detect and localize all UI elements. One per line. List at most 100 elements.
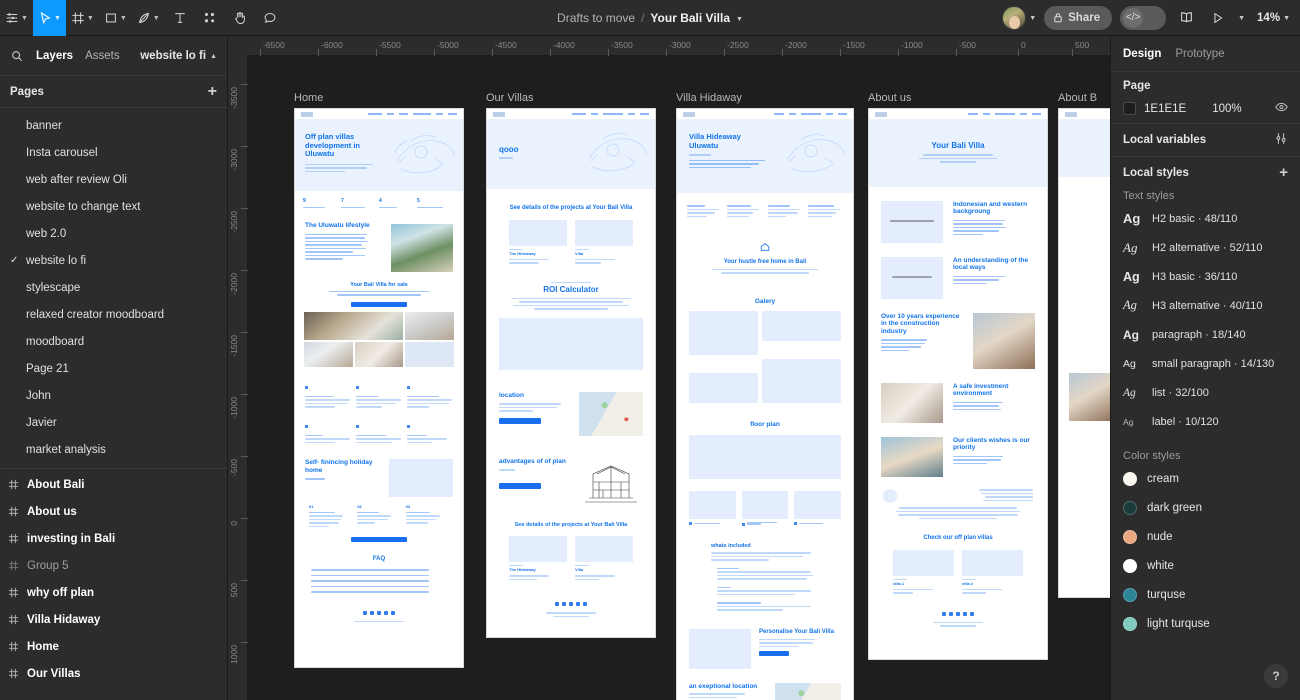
text-style-h2-basic[interactable]: Ag H2 basic · 48/110 <box>1123 204 1288 233</box>
canvas-frame-our-villas[interactable]: Our Villas qooo See details of the proje… <box>486 92 656 638</box>
color-style-nude[interactable]: nude <box>1123 522 1288 551</box>
breadcrumb-parent[interactable]: Drafts to move <box>557 11 635 25</box>
layer-item-about-us[interactable]: About us <box>0 498 227 525</box>
page-item-website-to-change-text[interactable]: website to change text <box>0 193 227 220</box>
text-style-paragraph[interactable]: Ag paragraph · 18/140 <box>1123 320 1288 349</box>
text-tool-icon[interactable] <box>165 0 195 36</box>
horizontal-ruler[interactable]: -6500 -6000 -5500 -5000 -4500 -4000 -350… <box>228 36 1110 56</box>
share-button[interactable]: Share <box>1044 5 1113 30</box>
ruler-corner <box>228 36 248 56</box>
mock-cta-button[interactable] <box>499 482 541 489</box>
eye-icon[interactable] <box>1275 102 1288 115</box>
search-icon[interactable] <box>10 44 24 68</box>
frame-label[interactable]: About us <box>868 92 911 104</box>
tab-prototype[interactable]: Prototype <box>1175 48 1224 60</box>
color-style-light-turquse[interactable]: light turquse <box>1123 609 1288 638</box>
page-item-stylescape[interactable]: stylescape <box>0 274 227 301</box>
page-item-banner[interactable]: banner <box>0 112 227 139</box>
layer-item-group-5[interactable]: Group 5 <box>0 552 227 579</box>
variables-settings-icon[interactable] <box>1274 132 1288 148</box>
mock-text-lines <box>305 233 383 260</box>
vertical-ruler[interactable]: -3500 -3000 -2500 -2000 -1500 -1000 -500… <box>228 36 248 700</box>
mock-cta-button[interactable] <box>351 537 407 543</box>
text-style-small-paragraph[interactable]: Ag small paragraph · 14/130 <box>1123 349 1288 378</box>
color-style-turquse[interactable]: turquse <box>1123 580 1288 609</box>
zoom-control[interactable]: 14% ▼ <box>1253 12 1290 24</box>
page-item-insta-carousel[interactable]: Insta carousel <box>0 139 227 166</box>
add-page-icon[interactable]: + <box>208 83 217 100</box>
text-style-list[interactable]: Ag list · 32/100 <box>1123 378 1288 407</box>
page-item-page-21[interactable]: Page 21 <box>0 355 227 382</box>
mock-cta-button[interactable] <box>759 651 789 657</box>
page-item-john[interactable]: John <box>0 382 227 409</box>
canvas-frame-about-us[interactable]: About us Your Bali Villa Indonesian and … <box>868 92 1048 660</box>
present-play-icon[interactable] <box>1206 6 1230 30</box>
panel-divider <box>0 468 227 469</box>
tab-design[interactable]: Design <box>1123 48 1161 60</box>
breadcrumb-current-file[interactable]: Your Bali Villa <box>650 11 730 25</box>
hand-tool-icon[interactable] <box>225 0 255 36</box>
layer-item-why-off-plan[interactable]: why off plan <box>0 579 227 606</box>
move-tool-icon[interactable]: ▼ <box>32 0 66 36</box>
comment-tool-icon[interactable] <box>255 0 285 36</box>
page-background-row[interactable]: 1E1E1E 100% <box>1123 102 1288 115</box>
library-book-icon[interactable] <box>1174 6 1198 30</box>
chevron-down-icon[interactable]: ▼ <box>736 16 743 23</box>
frame-label[interactable]: Home <box>294 92 323 104</box>
local-variables-section[interactable]: Local variables <box>1111 124 1300 157</box>
text-style-label[interactable]: Ag label · 10/120 <box>1123 407 1288 436</box>
text-style-h3-alternative[interactable]: Ag H3 alternative · 40/110 <box>1123 291 1288 320</box>
frame-tool-icon[interactable]: ▼ <box>66 0 99 36</box>
color-style-dark-green[interactable]: dark green <box>1123 493 1288 522</box>
mock-amenity-cards <box>677 479 853 527</box>
page-item-web-after-review-oli[interactable]: web after review Oli <box>0 166 227 193</box>
canvas-frame-about-bali[interactable]: About B Why Kin Cul Ulun Black <box>1058 92 1110 598</box>
page-color-hex[interactable]: 1E1E1E <box>1144 103 1186 115</box>
app-body: Layers Assets website lo fi ▼ Pages + ba… <box>0 36 1300 700</box>
frame-label[interactable]: About B <box>1058 92 1097 104</box>
page-item-moodboard[interactable]: moodboard <box>0 328 227 355</box>
pen-tool-icon[interactable]: ▼ <box>132 0 165 36</box>
page-item-website-lo-fi[interactable]: ✓ website lo fi <box>0 247 227 274</box>
dev-mode-toggle[interactable]: </> <box>1120 5 1167 30</box>
layer-item-home[interactable]: Home <box>0 633 227 660</box>
canvas-frames-area[interactable]: Home Off plan villas development in Uluw… <box>248 56 1110 700</box>
resources-tool-icon[interactable] <box>195 0 225 36</box>
frame-label[interactable]: Our Villas <box>486 92 533 104</box>
right-panel-tabs: Design Prototype <box>1111 36 1300 72</box>
main-menu-icon[interactable]: ▼ <box>0 0 33 36</box>
canvas-frame-villa-hidaway[interactable]: Villa Hidaway Villa Hideaway Uluwatu You… <box>676 92 854 700</box>
canvas-viewport[interactable]: -6500 -6000 -5500 -5000 -4500 -4000 -350… <box>228 36 1110 700</box>
mock-social-icons <box>869 611 1047 616</box>
add-style-icon[interactable]: + <box>1279 165 1288 180</box>
text-style-h3-basic[interactable]: Ag H3 basic · 36/110 <box>1123 262 1288 291</box>
mock-cta-button[interactable] <box>499 417 541 424</box>
file-selector[interactable]: website lo fi ▼ <box>140 50 217 62</box>
avatar[interactable] <box>1002 5 1027 30</box>
color-style-cream[interactable]: cream <box>1123 464 1288 493</box>
help-button[interactable]: ? <box>1264 664 1288 688</box>
mock-floorplan-image <box>689 434 841 479</box>
page-color-opacity[interactable]: 100% <box>1212 103 1241 115</box>
color-style-white[interactable]: white <box>1123 551 1288 580</box>
chevron-down-icon[interactable]: ▼ <box>1238 15 1245 22</box>
layer-item-villa-hidaway[interactable]: Villa Hidaway <box>0 606 227 633</box>
layer-item-about-bali[interactable]: About Bali <box>0 471 227 498</box>
page-item-relaxed-creator-moodboard[interactable]: relaxed creator moodboard <box>0 301 227 328</box>
chevron-down-icon[interactable]: ▼ <box>1029 15 1036 22</box>
tab-layers[interactable]: Layers <box>36 50 73 62</box>
mock-hero-title: Villa Hideaway Uluwatu <box>689 132 741 150</box>
page-item-javier[interactable]: Javier <box>0 409 227 436</box>
canvas-frame-home[interactable]: Home Off plan villas development in Uluw… <box>294 92 464 668</box>
tab-assets[interactable]: Assets <box>85 50 120 62</box>
user-avatar-group[interactable]: ▼ <box>1002 5 1036 30</box>
layer-item-our-villas[interactable]: Our Villas <box>0 660 227 687</box>
page-item-web-2-0[interactable]: web 2.0 <box>0 220 227 247</box>
mock-section-title: Your Bali Villa for sale <box>350 282 408 289</box>
shape-tool-icon[interactable]: ▼ <box>99 0 132 36</box>
color-swatch[interactable] <box>1123 102 1136 115</box>
page-item-market-analysis[interactable]: market analysis <box>0 436 227 463</box>
layer-item-investing-in-bali[interactable]: investing in Bali <box>0 525 227 552</box>
frame-label[interactable]: Villa Hidaway <box>676 92 742 104</box>
text-style-h2-alternative[interactable]: Ag H2 alternative · 52/110 <box>1123 233 1288 262</box>
